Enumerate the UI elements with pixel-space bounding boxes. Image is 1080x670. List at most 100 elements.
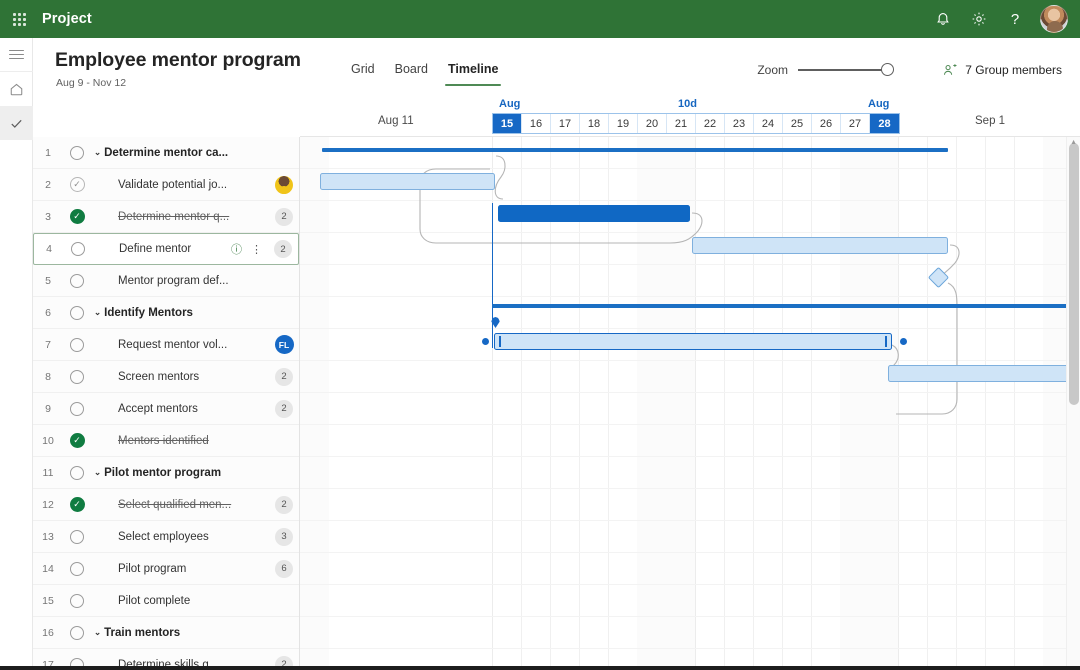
table-row[interactable]: 8 Screen mentors 2: [33, 361, 299, 393]
help-question-icon[interactable]: ?: [998, 0, 1032, 38]
circle-empty-icon: [70, 593, 84, 608]
day-cell-24[interactable]: 24: [754, 114, 783, 133]
info-icon[interactable]: ⓘ: [231, 241, 242, 257]
zoom-slider-thumb[interactable]: [881, 63, 894, 76]
gantt-bar-row3-critical[interactable]: [498, 205, 690, 222]
task-complete-toggle[interactable]: ✓: [63, 209, 91, 224]
task-name[interactable]: Screen mentors: [91, 371, 269, 383]
table-row[interactable]: 11 ⌄ Pilot mentor program: [33, 457, 299, 489]
table-row[interactable]: 15 Pilot complete: [33, 585, 299, 617]
task-name[interactable]: Mentors identified: [91, 435, 269, 447]
table-row[interactable]: 7 Request mentor vol... FL: [33, 329, 299, 361]
gantt-resize-handle-right[interactable]: [885, 336, 887, 347]
day-cell-27[interactable]: 27: [841, 114, 870, 133]
task-name[interactable]: ⌄ Pilot mentor program: [91, 467, 269, 479]
task-complete-toggle[interactable]: [63, 145, 91, 160]
task-complete-toggle[interactable]: [63, 625, 91, 640]
app-launcher-icon[interactable]: [0, 0, 38, 38]
zoom-slider[interactable]: [798, 63, 894, 77]
tab-timeline[interactable]: Timeline: [440, 60, 506, 86]
user-avatar[interactable]: [1040, 5, 1068, 33]
table-row[interactable]: 1 ⌄ Determine mentor ca...: [33, 137, 299, 169]
task-name[interactable]: Request mentor vol...: [91, 339, 269, 351]
day-cell-26[interactable]: 26: [812, 114, 841, 133]
tab-grid[interactable]: Grid: [343, 60, 383, 86]
task-complete-toggle[interactable]: [63, 337, 91, 352]
task-name[interactable]: Accept mentors: [91, 403, 269, 415]
chevron-down-icon[interactable]: ⌄: [94, 467, 101, 478]
scroll-up-arrow-icon[interactable]: ▲: [1070, 139, 1077, 146]
task-complete-toggle[interactable]: ✓: [63, 497, 91, 512]
task-name[interactable]: ⌄ Determine mentor ca...: [91, 147, 269, 159]
day-cell-20[interactable]: 20: [638, 114, 667, 133]
chevron-down-icon[interactable]: ⌄: [94, 147, 101, 158]
task-complete-toggle[interactable]: [63, 401, 91, 416]
notifications-bell-icon[interactable]: [926, 0, 960, 38]
task-name[interactable]: Pilot complete: [91, 595, 269, 607]
gantt-link-dot-left[interactable]: [482, 338, 489, 345]
gantt-summary-bar-row1[interactable]: [322, 148, 948, 152]
gantt-summary-bar-row6[interactable]: [492, 304, 1080, 308]
task-complete-toggle[interactable]: [63, 561, 91, 576]
task-name[interactable]: Define mentor: [92, 243, 231, 255]
task-name[interactable]: ⌄ Train mentors: [91, 627, 269, 639]
task-complete-toggle[interactable]: ✓: [63, 177, 91, 192]
task-complete-toggle[interactable]: [63, 465, 91, 480]
home-icon[interactable]: [0, 72, 33, 106]
gantt-link-dot-right[interactable]: [900, 338, 907, 345]
task-grid: 1 ⌄ Determine mentor ca... 2 ✓ Validate poten…: [33, 137, 300, 670]
avatar[interactable]: [275, 175, 293, 194]
gantt-vertical-scrollbar[interactable]: [1066, 137, 1080, 670]
task-name[interactable]: Select qualified men...: [91, 499, 269, 511]
tasks-check-icon[interactable]: [0, 106, 33, 140]
table-row[interactable]: 13 Select employees 3: [33, 521, 299, 553]
table-row[interactable]: 2 ✓ Validate potential jo...: [33, 169, 299, 201]
day-cell-28[interactable]: 28: [870, 114, 899, 133]
task-complete-toggle[interactable]: [64, 242, 92, 256]
task-complete-toggle[interactable]: [63, 369, 91, 384]
gantt-bar-row7-selected[interactable]: [494, 333, 892, 350]
table-row[interactable]: 12 ✓ Select qualified men... 2: [33, 489, 299, 521]
more-options-icon[interactable]: ⋮: [251, 243, 262, 256]
task-complete-toggle[interactable]: [63, 273, 91, 288]
group-members-button[interactable]: 7 Group members: [943, 63, 1062, 77]
table-row[interactable]: 5 Mentor program def...: [33, 265, 299, 297]
task-name[interactable]: Mentor program def...: [91, 275, 269, 287]
task-name[interactable]: ⌄ Identify Mentors: [91, 307, 269, 319]
day-cell-16[interactable]: 16: [522, 114, 551, 133]
settings-gear-icon[interactable]: [962, 0, 996, 38]
chevron-down-icon[interactable]: ⌄: [94, 627, 101, 638]
table-row[interactable]: 16 ⌄ Train mentors: [33, 617, 299, 649]
day-cell-18[interactable]: 18: [580, 114, 609, 133]
task-name[interactable]: Select employees: [91, 531, 269, 543]
day-cell-21[interactable]: 21: [667, 114, 696, 133]
task-name[interactable]: Pilot program: [91, 563, 269, 575]
table-row[interactable]: 10 ✓ Mentors identified: [33, 425, 299, 457]
table-row[interactable]: 14 Pilot program 6: [33, 553, 299, 585]
gantt-bar-row4[interactable]: [692, 237, 948, 254]
task-name[interactable]: Validate potential jo...: [91, 179, 269, 191]
gantt-bar-row2[interactable]: [320, 173, 495, 190]
task-name[interactable]: Determine mentor q...: [91, 211, 269, 223]
day-cell-15[interactable]: 15: [493, 114, 522, 133]
table-row[interactable]: 3 ✓ Determine mentor q... 2: [33, 201, 299, 233]
gantt-bar-row8[interactable]: [888, 365, 1080, 382]
day-cell-19[interactable]: 19: [609, 114, 638, 133]
task-complete-toggle[interactable]: [63, 593, 91, 608]
task-complete-toggle[interactable]: ✓: [63, 433, 91, 448]
chevron-down-icon[interactable]: ⌄: [94, 307, 101, 318]
avatar-initials[interactable]: FL: [274, 335, 294, 354]
menu-hamburger-icon[interactable]: [0, 38, 33, 72]
table-row[interactable]: 4 Define mentor ⓘ ⋮ 2: [33, 233, 299, 265]
day-cell-25[interactable]: 25: [783, 114, 812, 133]
day-cell-23[interactable]: 23: [725, 114, 754, 133]
task-complete-toggle[interactable]: [63, 529, 91, 544]
day-cell-17[interactable]: 17: [551, 114, 580, 133]
table-row[interactable]: 9 Accept mentors 2: [33, 393, 299, 425]
table-row[interactable]: 6 ⌄ Identify Mentors: [33, 297, 299, 329]
task-complete-toggle[interactable]: [63, 305, 91, 320]
gantt-resize-handle-left[interactable]: [499, 336, 501, 347]
gantt-scroll-thumb[interactable]: [1069, 143, 1079, 405]
day-cell-22[interactable]: 22: [696, 114, 725, 133]
tab-board[interactable]: Board: [387, 60, 436, 86]
